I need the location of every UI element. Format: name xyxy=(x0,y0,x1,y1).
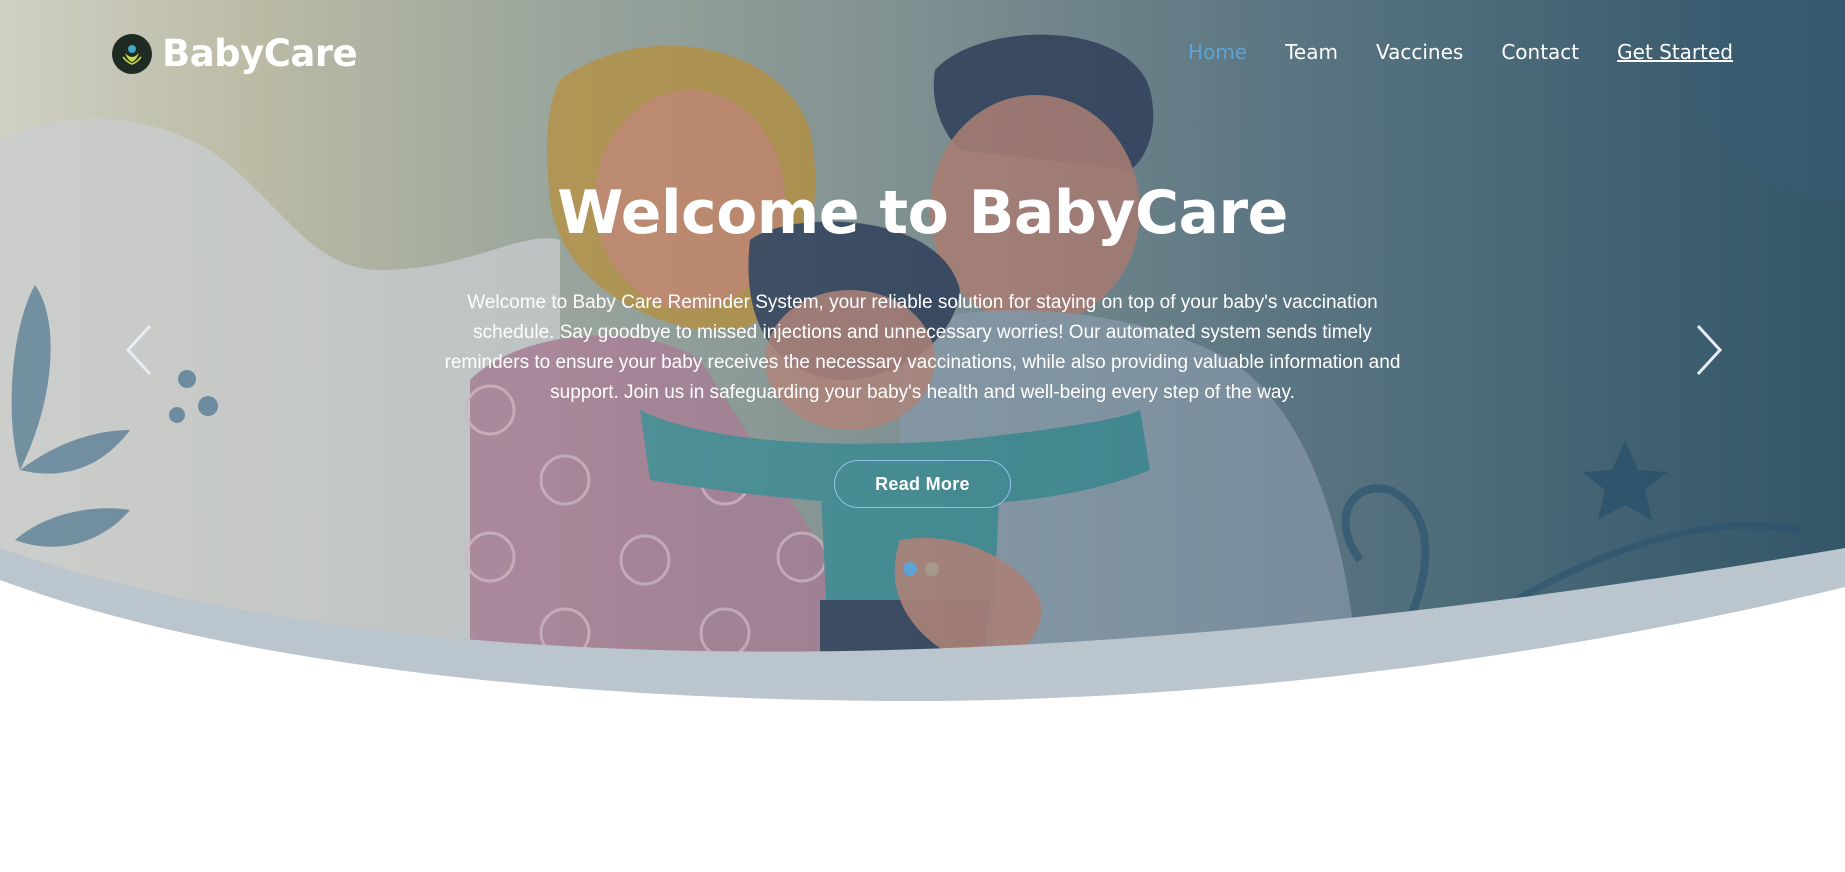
nav-home[interactable]: Home xyxy=(1188,40,1247,64)
carousel-slide: Welcome to BabyCare Welcome to Baby Care… xyxy=(0,178,1845,508)
chevron-left-icon xyxy=(125,324,152,376)
carousel-indicator-1[interactable] xyxy=(903,562,917,576)
get-started-link[interactable]: Get Started xyxy=(1617,40,1733,64)
hero-bottom-fill xyxy=(0,580,1845,872)
main-nav: Home Team Vaccines Contact Get Started xyxy=(1188,40,1733,64)
carousel-indicators xyxy=(903,562,939,576)
carousel-indicator-2[interactable] xyxy=(925,562,939,576)
hero-description: Welcome to Baby Care Reminder System, yo… xyxy=(444,292,1401,403)
nav-contact[interactable]: Contact xyxy=(1501,40,1579,64)
brand-name: BabyCare xyxy=(162,32,358,75)
chevron-right-icon xyxy=(1696,324,1723,376)
nav-team[interactable]: Team xyxy=(1285,40,1338,64)
nav-vaccines[interactable]: Vaccines xyxy=(1376,40,1463,64)
read-more-button[interactable]: Read More xyxy=(834,460,1011,508)
baby-care-logo-icon xyxy=(112,33,152,74)
carousel-prev-button[interactable] xyxy=(120,322,160,378)
hero-title: Welcome to BabyCare xyxy=(557,178,1288,248)
brand-logo[interactable]: BabyCare xyxy=(112,32,358,75)
carousel-next-button[interactable] xyxy=(1688,322,1728,378)
